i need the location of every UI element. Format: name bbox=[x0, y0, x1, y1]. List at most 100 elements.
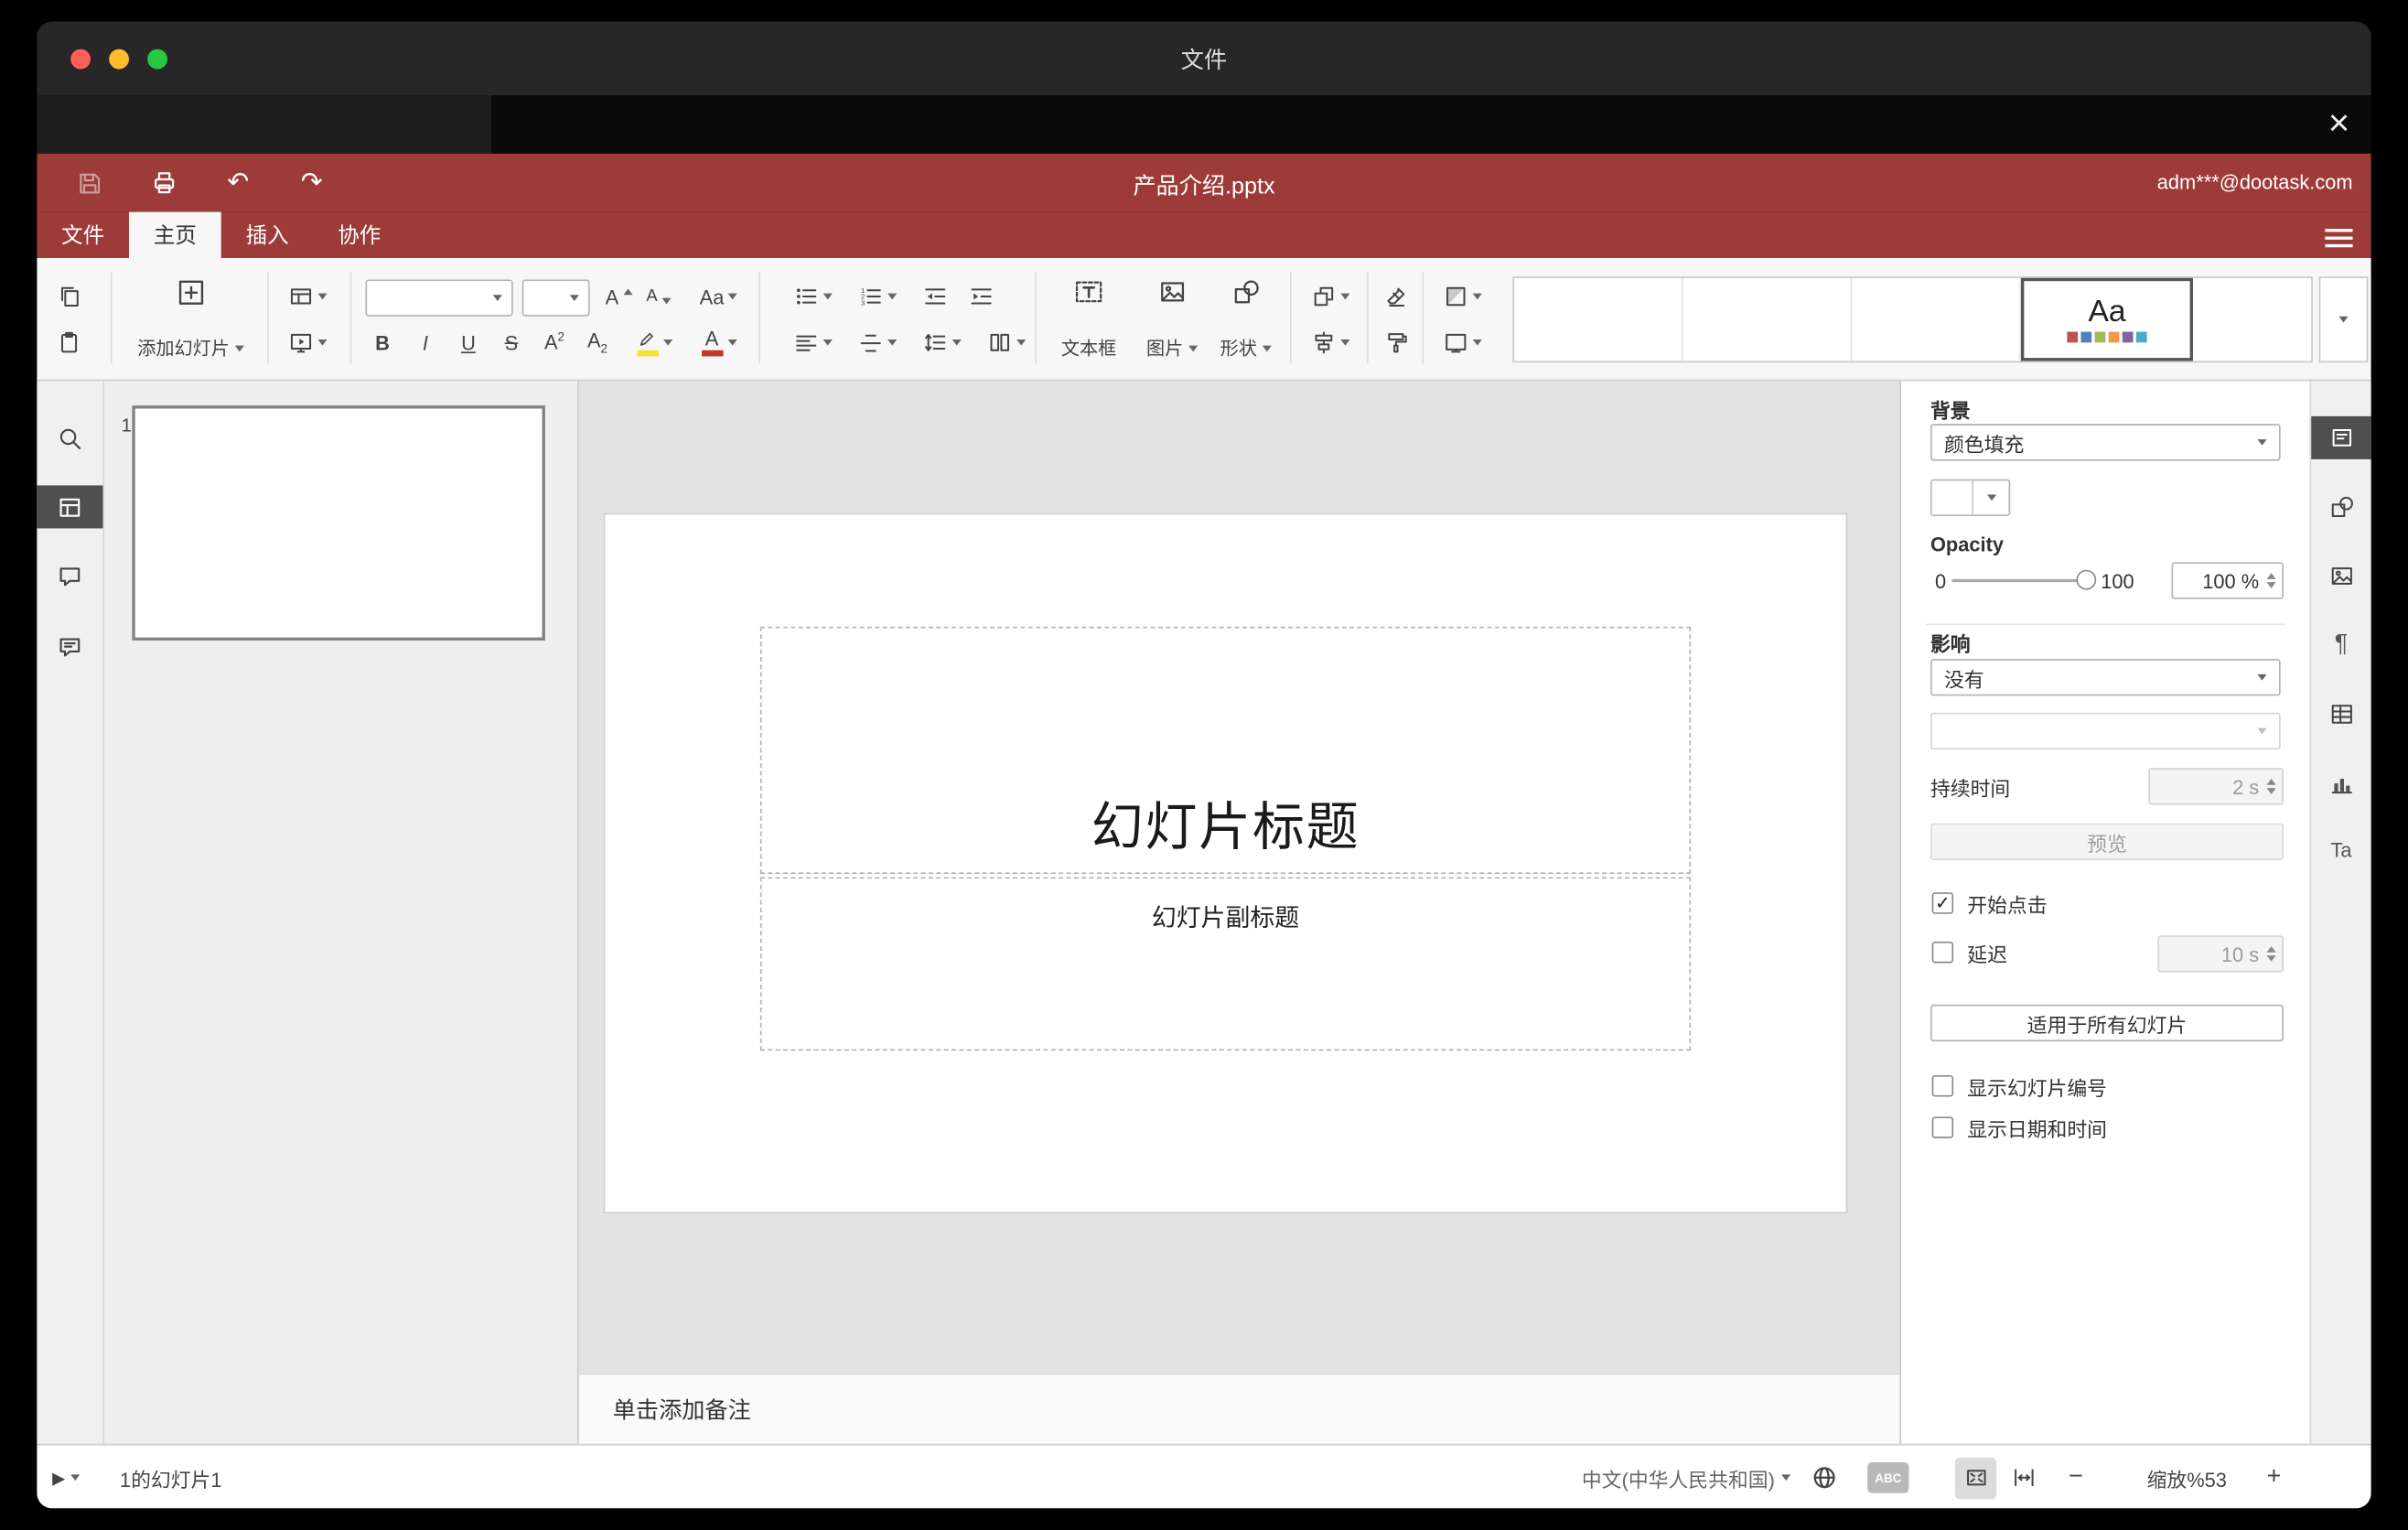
fill-color-picker[interactable] bbox=[1930, 479, 2011, 516]
language-selector[interactable]: 中文(中华人民共和国) bbox=[1582, 1446, 1790, 1509]
clear-style-button[interactable] bbox=[1376, 276, 1416, 317]
theme-option[interactable] bbox=[1683, 277, 1853, 361]
opacity-slider-knob[interactable] bbox=[2076, 569, 2097, 590]
subscript-button[interactable]: A2 bbox=[577, 322, 618, 362]
copy-style-button[interactable] bbox=[1376, 322, 1416, 362]
chart-settings-button[interactable] bbox=[2311, 762, 2370, 805]
decrease-font-button[interactable]: A bbox=[639, 276, 679, 317]
notes-area[interactable]: 单击添加备注 bbox=[578, 1373, 1900, 1444]
bullets-button[interactable] bbox=[783, 276, 842, 317]
left-icon-sidebar bbox=[37, 381, 105, 1444]
slide[interactable]: 幻灯片标题 幻灯片副标题 bbox=[605, 514, 1846, 1212]
decrease-indent-button[interactable] bbox=[915, 276, 955, 317]
tab-home[interactable]: 主页 bbox=[128, 211, 221, 258]
slide-settings-button[interactable] bbox=[2311, 415, 2371, 459]
image-settings-button[interactable] bbox=[2311, 555, 2370, 598]
zoom-in-button[interactable]: + bbox=[2267, 1446, 2282, 1509]
apply-to-all-label: 适用于所有幻灯片 bbox=[2026, 1013, 2188, 1037]
slide-subtitle-placeholder[interactable]: 幻灯片副标题 bbox=[759, 877, 1692, 1051]
theme-gallery-expand-button[interactable] bbox=[2318, 276, 2369, 363]
line-spacing-button[interactable] bbox=[912, 322, 971, 362]
search-button[interactable] bbox=[37, 416, 102, 459]
italic-button[interactable]: I bbox=[405, 322, 446, 362]
start-slideshow-button[interactable] bbox=[276, 322, 338, 362]
shade-fill-button[interactable] bbox=[1431, 276, 1492, 317]
columns-button[interactable] bbox=[977, 322, 1036, 362]
show-slide-number-checkbox[interactable]: 显示幻灯片编号 bbox=[1931, 1074, 2107, 1099]
spellcheck-button[interactable]: ABC bbox=[1867, 1446, 1909, 1509]
zoom-light[interactable] bbox=[147, 48, 167, 70]
tab-collaboration[interactable]: 协作 bbox=[313, 212, 405, 258]
start-on-click-checkbox[interactable]: ✓ 开始点击 bbox=[1931, 892, 2048, 916]
fit-slide-icon bbox=[1954, 1457, 1997, 1499]
strikethrough-button[interactable]: S bbox=[491, 322, 532, 362]
slide-size-button[interactable] bbox=[1431, 322, 1492, 362]
zoom-level: 缩放%53 bbox=[2146, 1467, 2227, 1492]
show-date-time-checkbox[interactable]: 显示日期和时间 bbox=[1931, 1116, 2107, 1140]
menu-icon[interactable] bbox=[2325, 224, 2353, 252]
font-name-combo[interactable] bbox=[365, 279, 513, 317]
text-box-button[interactable]: 文本框 bbox=[1048, 270, 1131, 368]
tab-insert[interactable]: 插入 bbox=[221, 212, 314, 258]
paste-button[interactable] bbox=[49, 322, 90, 362]
comments-button[interactable] bbox=[37, 555, 102, 598]
horizontal-align-button[interactable] bbox=[783, 322, 842, 362]
increase-indent-button[interactable] bbox=[962, 276, 1002, 317]
image-button[interactable]: 图片 bbox=[1136, 270, 1207, 368]
highlight-color-button[interactable] bbox=[623, 322, 684, 362]
fit-slide-button[interactable] bbox=[1954, 1446, 1997, 1509]
background-fill-select[interactable]: 颜色填充 bbox=[1930, 424, 2281, 461]
theme-option[interactable] bbox=[1514, 277, 1683, 361]
underline-button[interactable]: U bbox=[448, 322, 489, 362]
numbering-button[interactable]: 1 2 3 bbox=[848, 276, 907, 317]
thumbnail-number: 1 bbox=[121, 415, 132, 436]
slide-layout-button[interactable] bbox=[276, 276, 338, 317]
close-light[interactable] bbox=[70, 48, 91, 70]
slide-thumbnail[interactable] bbox=[132, 405, 545, 641]
fit-width-button[interactable] bbox=[2012, 1446, 2037, 1509]
zoom-out-button[interactable]: − bbox=[2069, 1446, 2083, 1509]
font-size-combo[interactable] bbox=[521, 279, 590, 317]
spinner[interactable] bbox=[2266, 573, 2276, 588]
effect-select[interactable]: 没有 bbox=[1930, 659, 2281, 696]
opacity-slider-track[interactable] bbox=[1951, 578, 2088, 583]
duration-value: 2 s bbox=[2232, 774, 2260, 799]
delay-checkbox[interactable]: 延迟 bbox=[1931, 941, 2007, 965]
slide-title-placeholder[interactable]: 幻灯片标题 bbox=[759, 626, 1692, 875]
table-settings-button[interactable] bbox=[2311, 693, 2370, 736]
play-icon: ▶ bbox=[52, 1469, 66, 1488]
font-color-button[interactable]: A bbox=[688, 322, 749, 362]
set-language-button[interactable] bbox=[1811, 1446, 1838, 1509]
minimize-light[interactable] bbox=[109, 48, 129, 70]
theme-option[interactable] bbox=[2193, 278, 2311, 361]
background-label: 背景 bbox=[1930, 399, 1971, 423]
checkbox-unchecked[interactable] bbox=[1931, 941, 1954, 964]
checkbox-unchecked[interactable] bbox=[1931, 1116, 1954, 1138]
checkbox-unchecked[interactable] bbox=[1931, 1074, 1954, 1097]
vertical-align-button[interactable] bbox=[848, 322, 907, 362]
checkbox-checked[interactable]: ✓ bbox=[1931, 892, 1954, 914]
superscript-button[interactable]: A2 bbox=[534, 322, 575, 362]
tab-file[interactable]: 文件 bbox=[37, 212, 129, 258]
arrange-shape-button[interactable] bbox=[1299, 276, 1360, 317]
apply-to-all-button[interactable]: 适用于所有幻灯片 bbox=[1930, 1004, 2284, 1042]
add-slide-button[interactable]: 添加幻灯片 bbox=[126, 270, 255, 368]
start-on-click-label: 开始点击 bbox=[1967, 893, 2048, 917]
start-slideshow-status-button[interactable]: ▶ bbox=[52, 1446, 81, 1509]
feedback-button[interactable] bbox=[37, 625, 102, 668]
change-case-button[interactable]: Aa bbox=[688, 276, 749, 317]
slides-panel-button[interactable] bbox=[37, 485, 103, 529]
text-art-settings-button[interactable]: Ta bbox=[2311, 828, 2370, 871]
theme-option-selected[interactable]: Aa bbox=[2020, 277, 2193, 361]
shape-button[interactable]: 形状 bbox=[1210, 270, 1281, 368]
increase-font-button[interactable]: A bbox=[599, 276, 640, 317]
close-icon[interactable]: × bbox=[2328, 98, 2350, 150]
paragraph-settings-button[interactable]: ¶ bbox=[2311, 623, 2370, 666]
opacity-input[interactable]: 100 % bbox=[2171, 562, 2284, 599]
align-shape-button[interactable] bbox=[1299, 322, 1360, 362]
shape-settings-button[interactable] bbox=[2311, 485, 2370, 528]
line-spacing-icon bbox=[924, 333, 945, 351]
copy-button[interactable] bbox=[49, 276, 90, 317]
bold-button[interactable]: B bbox=[362, 322, 403, 362]
theme-option[interactable] bbox=[1852, 277, 2021, 361]
